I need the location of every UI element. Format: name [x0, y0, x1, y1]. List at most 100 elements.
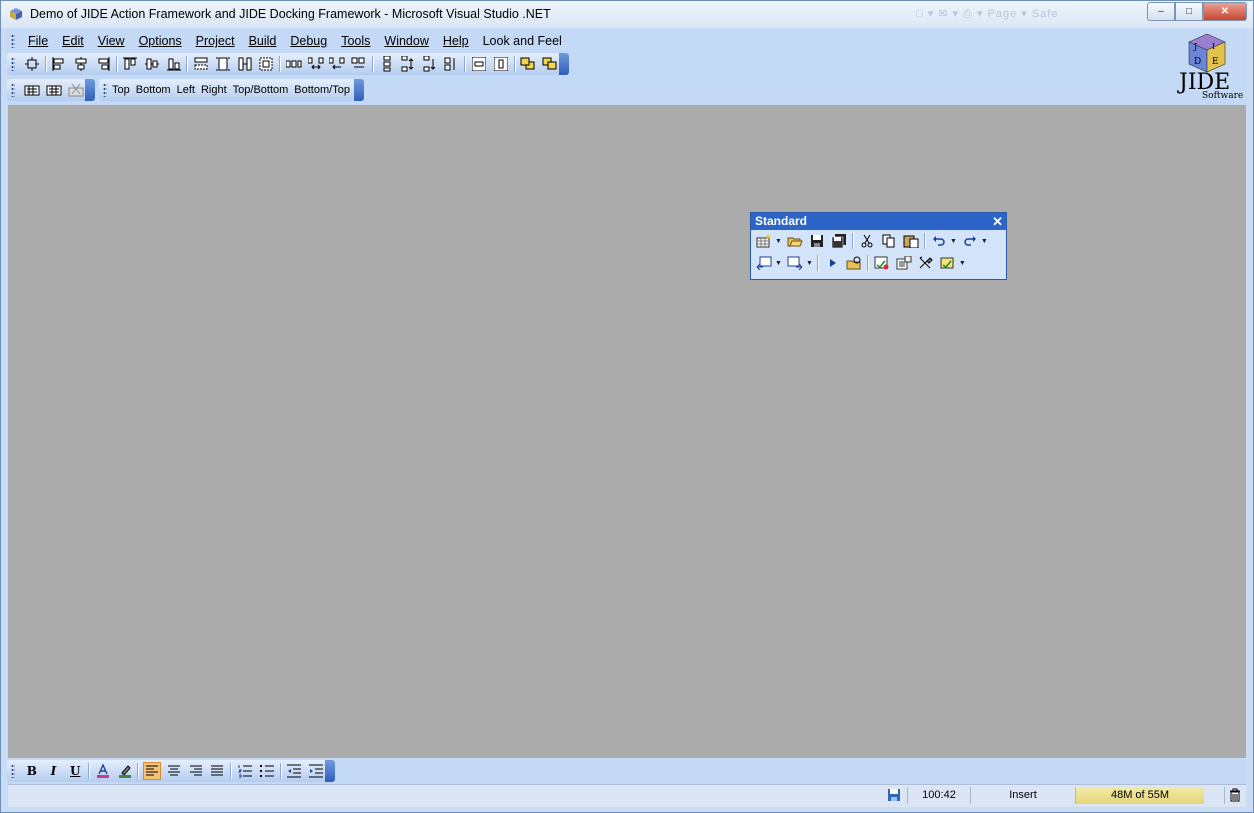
menu-help[interactable]: Help — [436, 31, 476, 51]
bring-to-front-icon[interactable] — [520, 55, 538, 73]
new-project-icon[interactable] — [755, 232, 773, 250]
menu-build[interactable]: Build — [242, 31, 284, 51]
menubar-grip[interactable] — [11, 34, 15, 48]
underline-button[interactable]: U — [66, 762, 84, 780]
menu-window[interactable]: Window — [377, 31, 435, 51]
make-same-size-icon[interactable] — [236, 55, 254, 73]
chevron-down-icon[interactable]: ▼ — [981, 238, 988, 245]
navigate-backward-icon[interactable] — [755, 254, 773, 272]
status-save-cell[interactable] — [881, 787, 907, 804]
tab-top-button[interactable]: Top — [109, 84, 133, 96]
align-center-icon[interactable] — [165, 762, 183, 780]
make-same-width-icon[interactable] — [192, 55, 210, 73]
remove-vertical-spacing-icon[interactable] — [443, 55, 461, 73]
redo-icon[interactable] — [961, 232, 979, 250]
workspace-area[interactable] — [8, 105, 1246, 758]
bold-button[interactable]: B — [23, 762, 41, 780]
menu-project[interactable]: Project — [189, 31, 242, 51]
navigate-forward-icon[interactable] — [786, 254, 804, 272]
save-all-icon[interactable] — [830, 232, 848, 250]
align-middle-icon[interactable] — [143, 55, 161, 73]
close-button[interactable]: ✕ — [1203, 2, 1247, 21]
align-right-icon[interactable] — [94, 55, 112, 73]
chevron-down-icon[interactable]: ▼ — [806, 260, 813, 267]
decrease-indent-icon[interactable] — [286, 762, 304, 780]
garbage-collect-button[interactable] — [1224, 787, 1245, 804]
tab-disabled-icon[interactable] — [67, 81, 85, 99]
properties-icon[interactable] — [895, 254, 913, 272]
menu-view[interactable]: View — [91, 31, 132, 51]
center-horizontally-icon[interactable] — [470, 55, 488, 73]
menu-debug[interactable]: Debug — [283, 31, 334, 51]
chevron-down-icon[interactable]: ▼ — [775, 260, 782, 267]
standard-floating-toolbar[interactable]: Standard ✕ ▼ ▼ ▼ ▼ ▼ ▼ — [750, 212, 1007, 280]
decrease-horizontal-spacing-icon[interactable] — [328, 55, 346, 73]
center-vertically-icon[interactable] — [492, 55, 510, 73]
toolbox-icon[interactable] — [917, 254, 935, 272]
horizontal-spacing-equal-icon[interactable] — [285, 55, 303, 73]
chevron-down-icon[interactable]: ▼ — [950, 238, 957, 245]
open-file-icon[interactable] — [786, 232, 804, 250]
tab-top-bottom-button[interactable]: Top/Bottom — [230, 84, 292, 96]
increase-indent-icon[interactable] — [307, 762, 325, 780]
save-icon[interactable] — [887, 788, 901, 802]
format-toolbar-grip[interactable] — [11, 764, 15, 778]
paste-icon[interactable] — [902, 232, 920, 250]
menu-look-and-feel[interactable]: Look and Feel — [476, 31, 569, 51]
font-color-icon[interactable] — [94, 762, 112, 780]
align-center-icon[interactable] — [72, 55, 90, 73]
make-same-height-icon[interactable] — [214, 55, 232, 73]
chevron-down-icon[interactable]: ▼ — [775, 238, 782, 245]
save-icon[interactable] — [808, 232, 826, 250]
increase-horizontal-spacing-icon[interactable] — [307, 55, 325, 73]
tab-icons-toolbar-grip[interactable] — [11, 83, 15, 97]
tab-bottom-top-button[interactable]: Bottom/Top — [291, 84, 353, 96]
find-in-files-icon[interactable] — [845, 254, 863, 272]
align-left-icon[interactable] — [51, 55, 69, 73]
cut-icon[interactable] — [858, 232, 876, 250]
align-right-icon[interactable] — [187, 762, 205, 780]
send-to-back-icon[interactable] — [541, 55, 559, 73]
undo-icon[interactable] — [930, 232, 948, 250]
close-icon[interactable]: ✕ — [992, 213, 1003, 230]
tab-right-button[interactable]: Right — [198, 84, 230, 96]
justify-icon[interactable] — [209, 762, 227, 780]
title-bar[interactable]: Demo of JIDE Action Framework and JIDE D… — [1, 1, 1253, 28]
toolbar-overflow-button[interactable] — [325, 760, 335, 782]
highlight-icon[interactable] — [116, 762, 134, 780]
standard-toolbar-title-bar[interactable]: Standard ✕ — [751, 213, 1006, 230]
italic-button[interactable]: I — [45, 762, 63, 780]
size-to-grid-icon[interactable] — [257, 55, 275, 73]
toolbar-overflow-button[interactable] — [85, 79, 95, 101]
tab-strip-icon[interactable] — [45, 81, 63, 99]
align-left-icon[interactable] — [143, 762, 162, 780]
menu-tools[interactable]: Tools — [334, 31, 377, 51]
align-bottom-icon[interactable] — [165, 55, 183, 73]
maximize-button[interactable]: □ — [1175, 2, 1203, 21]
menu-options[interactable]: Options — [132, 31, 189, 51]
numbered-list-icon[interactable] — [236, 762, 254, 780]
solution-explorer-icon[interactable] — [873, 254, 891, 272]
layout-toolbar-grip[interactable] — [11, 57, 15, 71]
tab-left-button[interactable]: Left — [174, 84, 198, 96]
toolbar-overflow-button[interactable] — [354, 79, 364, 101]
bullet-list-icon[interactable] — [258, 762, 276, 780]
tab-placement-toolbar-grip[interactable] — [103, 83, 107, 97]
chevron-down-icon[interactable]: ▼ — [959, 260, 966, 267]
menu-edit[interactable]: Edit — [55, 31, 91, 51]
increase-vertical-spacing-icon[interactable] — [399, 55, 417, 73]
vertical-spacing-equal-icon[interactable] — [378, 55, 396, 73]
tab-bottom-button[interactable]: Bottom — [133, 84, 174, 96]
align-top-icon[interactable] — [122, 55, 140, 73]
toolbar-overflow-button[interactable] — [559, 53, 569, 75]
align-to-grid-icon[interactable] — [23, 55, 41, 73]
start-icon[interactable] — [823, 254, 841, 272]
menu-file[interactable]: File — [21, 31, 55, 51]
remove-horizontal-spacing-icon[interactable] — [350, 55, 368, 73]
copy-icon[interactable] — [880, 232, 898, 250]
class-view-icon[interactable] — [939, 254, 957, 272]
decrease-vertical-spacing-icon[interactable] — [421, 55, 439, 73]
tab-order-icon[interactable] — [23, 81, 41, 99]
trash-icon[interactable] — [1229, 788, 1241, 802]
minimize-button[interactable]: – — [1147, 2, 1175, 21]
